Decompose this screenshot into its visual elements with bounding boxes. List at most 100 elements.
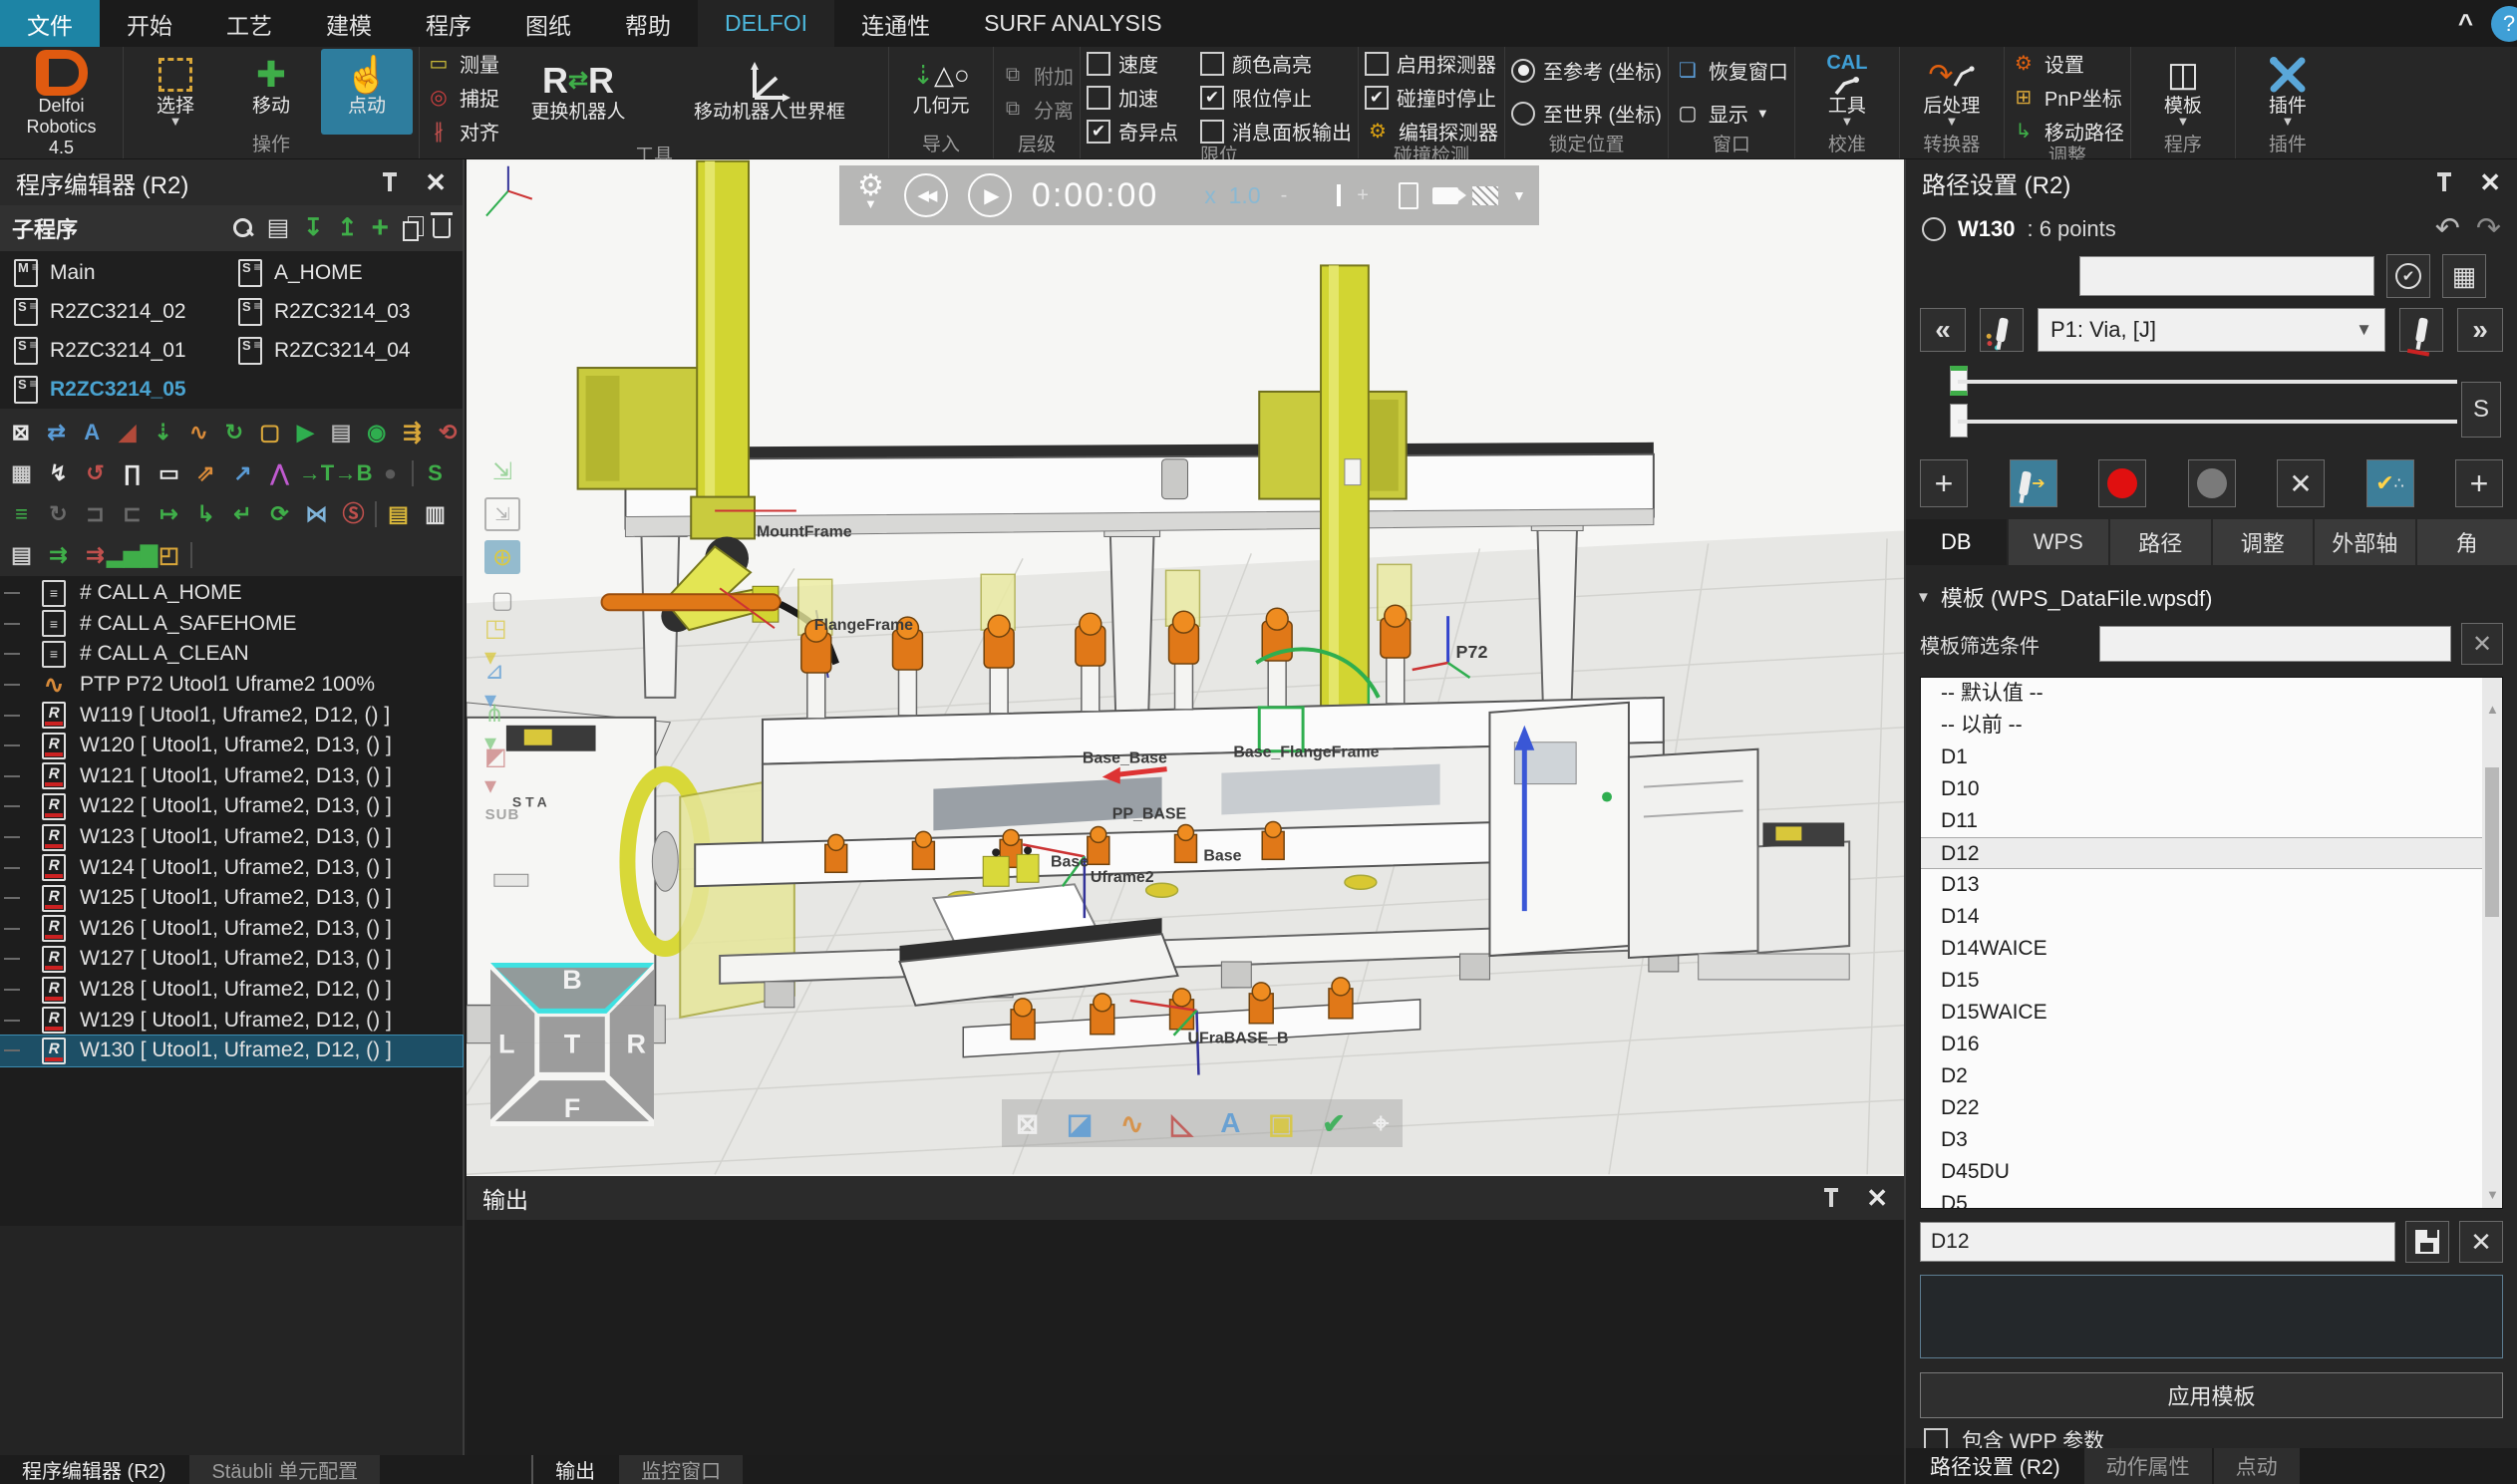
mini-tool-icon[interactable]: ⊐ xyxy=(80,498,111,529)
export-program-icon[interactable]: ↥ xyxy=(337,216,357,240)
next-point-button[interactable]: » xyxy=(2457,308,2503,352)
right-dock-tab[interactable]: 路径设置 (R2) xyxy=(1906,1448,2082,1484)
menu-item[interactable]: 工艺 xyxy=(199,0,299,47)
play-button[interactable]: ▶ xyxy=(968,173,1012,217)
limit-checkbox[interactable]: 速度 xyxy=(1087,49,1178,78)
limit-checkbox[interactable]: 奇异点 xyxy=(1087,117,1178,146)
statement-row[interactable]: W126 [ Utool1, Uframe2, D13, () ] xyxy=(0,914,463,945)
subprogram-item[interactable]: S A_HOME xyxy=(238,253,463,292)
viewport-tool-icon[interactable]: ◩ ▾ xyxy=(484,754,520,788)
plugin-button[interactable]: 插件▼ xyxy=(2242,49,2334,135)
verify-points-button[interactable]: ✔∴ xyxy=(2366,459,2414,507)
statement-row[interactable]: W127 [ Utool1, Uframe2, D13, () ] xyxy=(0,944,463,975)
speed-plus-icon[interactable]: + xyxy=(1357,184,1369,207)
statement-row[interactable]: # CALL A_CLEAN xyxy=(0,639,463,670)
template-item[interactable]: D10 xyxy=(1921,773,2502,805)
animation-icon[interactable] xyxy=(1472,186,1498,205)
template-button[interactable]: ◫ 模板▼ xyxy=(2137,49,2229,135)
mini-tool-icon[interactable]: ⇶ xyxy=(398,417,428,447)
mini-tool-icon[interactable]: ▦ xyxy=(6,457,37,488)
speed-minus-icon[interactable]: - xyxy=(1281,184,1288,207)
geometry-button[interactable]: ⇣△○ 几何元 xyxy=(895,49,987,135)
template-item[interactable]: -- 默认值 -- xyxy=(1921,678,2502,710)
menu-item[interactable]: 帮助 xyxy=(598,0,698,47)
save-template-button[interactable] xyxy=(2405,1221,2449,1263)
mini-tool-icon[interactable]: ↺ xyxy=(80,457,111,488)
mini-tool-icon[interactable]: ≡ xyxy=(6,498,37,529)
mini-tool-icon[interactable]: →B xyxy=(338,457,369,488)
template-item[interactable]: D5 xyxy=(1921,1188,2502,1209)
viewport-tool-icon[interactable]: SUB xyxy=(484,797,520,831)
mini-tool-icon[interactable]: ⋈ xyxy=(301,498,332,529)
point-comment-input[interactable] xyxy=(2079,256,2374,296)
search-icon[interactable] xyxy=(233,218,253,238)
mini-tool-icon[interactable]: ▶ xyxy=(291,417,321,447)
viewport-tool-icon[interactable]: ⊕ xyxy=(484,540,520,574)
settings-tab[interactable]: 路径 xyxy=(2110,519,2211,565)
mini-tool-icon[interactable]: ↯ xyxy=(43,457,74,488)
viewport-tool-icon[interactable]: ◳ ▾ xyxy=(484,626,520,660)
mini-tool-icon[interactable]: ⇉ xyxy=(43,539,74,570)
template-description-box[interactable] xyxy=(1920,1275,2503,1358)
checklist-icon[interactable]: ▤ xyxy=(267,216,290,240)
move-button[interactable]: ✚ 移动 xyxy=(225,49,317,135)
touchup-torch-button[interactable] xyxy=(1980,308,2024,352)
statement-row[interactable]: W125 [ Utool1, Uframe2, D13, () ] xyxy=(0,883,463,914)
postprocess-button[interactable]: ↷ 后处理▼ xyxy=(1906,49,1998,135)
view-cube[interactable]: B L T R F xyxy=(490,963,654,1126)
point-radio[interactable] xyxy=(1922,217,1946,241)
mini-tool-icon[interactable]: ▤ xyxy=(6,539,37,570)
redo-icon[interactable]: ↷ xyxy=(2476,211,2501,246)
template-item[interactable]: D14WAICE xyxy=(1921,933,2502,965)
snap-button[interactable]: ◎捕捉 xyxy=(426,83,499,112)
template-item[interactable]: D16 xyxy=(1921,1029,2502,1060)
swap-robot-button[interactable]: R⇄R 更换机器人 xyxy=(503,55,653,141)
prev-point-button[interactable]: « xyxy=(1920,308,1966,352)
statement-row[interactable]: # CALL A_SAFEHOME xyxy=(0,609,463,640)
menu-item[interactable]: 文件 xyxy=(0,0,100,47)
template-filter-input[interactable] xyxy=(2099,626,2451,662)
viewport-tool-icon[interactable]: ⇲ xyxy=(484,497,520,531)
limit-checkbox[interactable]: 颜色高亮 xyxy=(1200,49,1352,78)
record-disabled-button[interactable] xyxy=(2188,459,2236,507)
statement-row[interactable]: W128 [ Utool1, Uframe2, D12, () ] xyxy=(0,975,463,1006)
delete-icon[interactable] xyxy=(433,218,451,238)
statement-row[interactable]: W121 [ Utool1, Uframe2, D13, () ] xyxy=(0,761,463,792)
copy-icon[interactable] xyxy=(403,221,419,241)
statement-row[interactable]: # CALL A_HOME xyxy=(0,578,463,609)
limit-checkbox[interactable]: 限位停止 xyxy=(1200,83,1352,112)
align-button[interactable]: ∦对齐 xyxy=(426,117,499,146)
template-item[interactable]: D3 xyxy=(1921,1124,2502,1156)
import-program-icon[interactable]: ↧ xyxy=(303,216,323,240)
animation-dropdown-icon[interactable]: ▼ xyxy=(1512,187,1526,203)
viewport-bottom-icon[interactable]: A xyxy=(1220,1107,1240,1139)
statement-row[interactable]: W130 [ Utool1, Uframe2, D12, () ] xyxy=(0,1036,463,1066)
viewport-tool-icon[interactable]: ⋔ ▾ xyxy=(484,712,520,745)
left-dock-tab[interactable]: 程序编辑器 (R2) xyxy=(0,1455,189,1484)
template-item[interactable]: D15 xyxy=(1921,965,2502,997)
menu-item[interactable]: SURF ANALYSIS xyxy=(957,0,1189,47)
playback-settings-icon[interactable]: ⚙▼ xyxy=(857,176,884,214)
template-item[interactable]: D14 xyxy=(1921,901,2502,933)
weld-torch-button[interactable] xyxy=(2399,308,2443,352)
viewport-bottom-icon[interactable]: ⊠ xyxy=(1016,1107,1039,1140)
settings-tab[interactable]: DB xyxy=(1906,519,2007,565)
s-button[interactable]: S xyxy=(2461,382,2501,438)
statement-row[interactable]: PTP P72 Utool1 Uframe2 100% xyxy=(0,670,463,701)
mini-tool-icon[interactable] xyxy=(412,460,414,486)
mini-tool-icon[interactable]: S xyxy=(420,457,451,488)
mini-tool-icon[interactable]: ▂▅▇ xyxy=(117,539,148,570)
mini-tool-icon[interactable]: ▢ xyxy=(255,417,285,447)
subprogram-item[interactable]: S R2ZC3214_01 xyxy=(14,331,238,370)
statement-row[interactable]: W124 [ Utool1, Uframe2, D13, () ] xyxy=(0,852,463,883)
collision-checkbox[interactable]: 碰撞时停止 xyxy=(1365,83,1498,112)
restore-window-button[interactable]: ❏恢复窗口 xyxy=(1675,56,1788,85)
template-item[interactable]: -- 以前 -- xyxy=(1921,710,2502,742)
mini-tool-icon[interactable]: ↵ xyxy=(227,498,258,529)
detach-button[interactable]: ⧉分离 xyxy=(1000,95,1074,124)
template-section-header[interactable]: ▼模板 (WPS_DataFile.wpsdf) xyxy=(1906,565,2517,621)
pin-icon[interactable] xyxy=(381,172,399,192)
edit-detector-button[interactable]: ⚙编辑探测器 xyxy=(1365,117,1498,146)
point-table-button[interactable]: ▦ xyxy=(2442,254,2486,298)
statement-row[interactable]: W122 [ Utool1, Uframe2, D13, () ] xyxy=(0,791,463,822)
